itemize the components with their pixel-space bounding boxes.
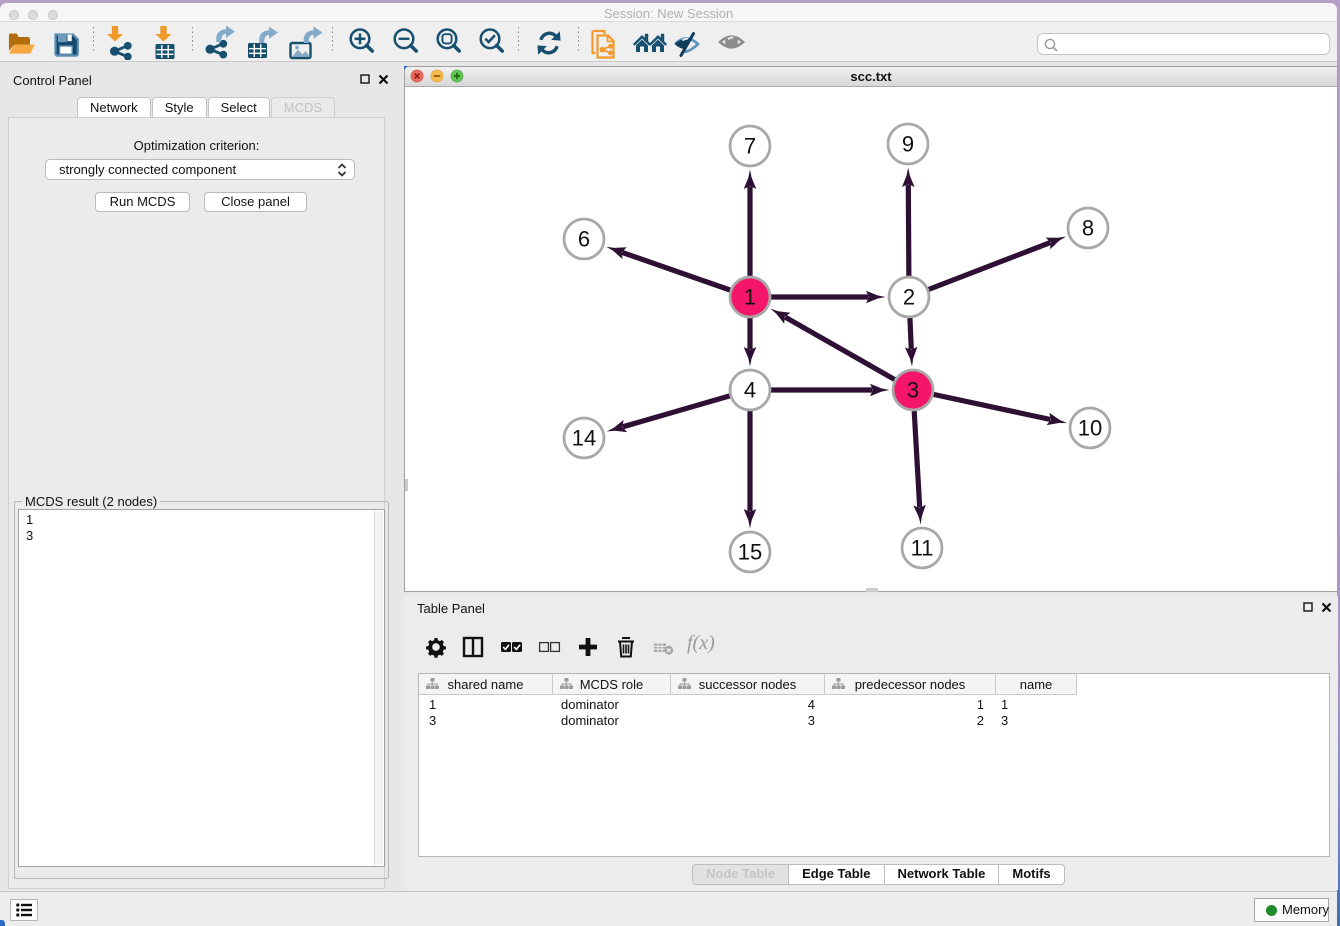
svg-text:1: 1 bbox=[744, 285, 756, 310]
svg-text:2: 2 bbox=[903, 285, 915, 310]
svg-text:14: 14 bbox=[572, 426, 596, 451]
svg-text:15: 15 bbox=[738, 540, 762, 565]
svg-text:11: 11 bbox=[911, 536, 934, 561]
svg-text:9: 9 bbox=[902, 132, 914, 157]
svg-text:3: 3 bbox=[907, 378, 919, 403]
svg-text:7: 7 bbox=[744, 134, 756, 159]
svg-text:4: 4 bbox=[744, 378, 756, 403]
svg-text:8: 8 bbox=[1082, 216, 1094, 241]
svg-text:6: 6 bbox=[578, 227, 590, 252]
svg-text:10: 10 bbox=[1078, 416, 1102, 441]
